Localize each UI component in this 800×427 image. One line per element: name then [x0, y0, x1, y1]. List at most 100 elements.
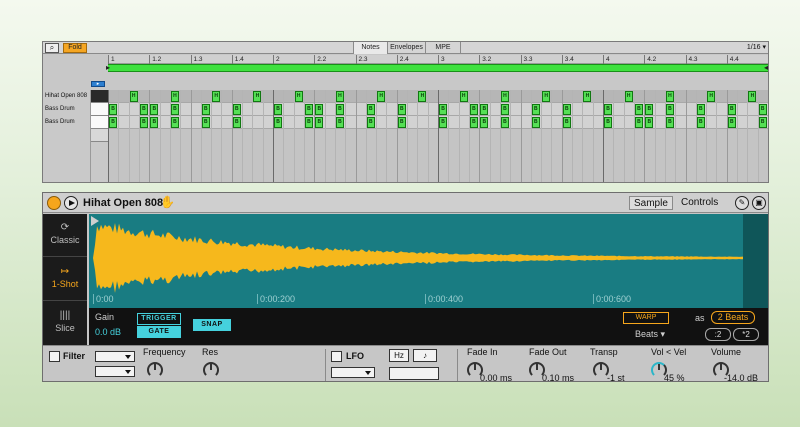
midi-note-hihat[interactable]: H — [583, 91, 592, 102]
midi-note-bass[interactable]: B — [645, 104, 654, 115]
midi-note-bass[interactable]: B — [758, 117, 767, 128]
piano-key[interactable] — [91, 116, 108, 129]
lfo-toggle[interactable] — [331, 351, 342, 362]
midi-note-bass[interactable]: B — [170, 104, 179, 115]
midi-note-hihat[interactable]: H — [542, 91, 551, 102]
loop-brace[interactable] — [108, 64, 768, 72]
midi-note-bass[interactable]: B — [604, 117, 612, 128]
midi-note-bass[interactable]: B — [139, 104, 148, 115]
midi-note-bass[interactable]: B — [727, 117, 736, 128]
piano-key[interactable] — [91, 90, 108, 103]
midi-note-bass[interactable]: B — [469, 104, 478, 115]
midi-note-bass[interactable]: B — [109, 104, 117, 115]
midi-note-bass[interactable]: B — [201, 117, 210, 128]
track-name-bass-2[interactable]: Bass Drum — [45, 116, 75, 129]
midi-note-bass[interactable]: B — [665, 117, 674, 128]
resonance-knob[interactable] — [203, 362, 219, 378]
grid-quantize-selector[interactable]: 1/16 ▾ — [747, 42, 766, 54]
midi-note-bass[interactable]: B — [232, 117, 241, 128]
piano-key[interactable] — [91, 103, 108, 116]
midi-note-bass[interactable]: B — [150, 104, 159, 115]
warp-mode-select[interactable]: Beats ▾ — [635, 329, 665, 340]
fold-button[interactable]: Fold — [63, 43, 87, 53]
midi-note-hihat[interactable]: H — [212, 91, 221, 102]
midi-note-bass[interactable]: B — [201, 104, 210, 115]
halve-button[interactable]: :2 — [705, 328, 731, 341]
midi-note-bass[interactable]: B — [109, 117, 117, 128]
filter-slope-dropdown[interactable] — [95, 366, 135, 377]
gain-value[interactable]: 0.0 dB — [95, 327, 121, 337]
midi-note-bass[interactable]: B — [274, 104, 282, 115]
snap-button[interactable]: SNAP — [193, 319, 231, 331]
midi-note-bass[interactable]: B — [366, 117, 375, 128]
mode-classic[interactable]: ⟳ Classic — [43, 214, 87, 257]
midi-note-bass[interactable]: B — [758, 104, 767, 115]
tab-sample[interactable]: Sample — [629, 196, 673, 210]
midi-note-hihat[interactable]: H — [418, 91, 427, 102]
loop-end-marker[interactable]: ◂ — [764, 63, 768, 73]
mode-one-shot[interactable]: ↦ 1-Shot — [43, 258, 87, 301]
midi-note-bass[interactable]: B — [634, 104, 643, 115]
edit-icon[interactable]: ✎ — [735, 196, 749, 210]
midi-note-bass[interactable]: B — [665, 104, 674, 115]
midi-note-hihat[interactable]: H — [748, 91, 757, 102]
midi-note-bass[interactable]: B — [232, 104, 241, 115]
double-button[interactable]: *2 — [733, 328, 759, 341]
midi-note-bass[interactable]: B — [397, 104, 406, 115]
midi-note-hihat[interactable]: H — [624, 91, 633, 102]
midi-note-bass[interactable]: B — [170, 117, 179, 128]
start-marker-icon[interactable]: ▸ — [91, 81, 105, 87]
midi-note-bass[interactable]: B — [562, 117, 571, 128]
midi-note-bass[interactable]: B — [562, 104, 571, 115]
piano-key[interactable] — [91, 129, 108, 142]
midi-note-bass[interactable]: B — [439, 117, 447, 128]
midi-note-bass[interactable]: B — [727, 104, 736, 115]
tab-notes[interactable]: Notes — [353, 42, 387, 54]
filter-toggle[interactable] — [49, 351, 60, 362]
lfo-waveform-dropdown[interactable] — [331, 367, 375, 378]
lfo-rate-field[interactable] — [389, 367, 439, 380]
waveform-display[interactable]: 0:00 0:00:200 0:00:400 0:00:600 — [89, 214, 768, 308]
midi-note-hihat[interactable]: H — [253, 91, 262, 102]
save-icon[interactable]: ▣ — [752, 196, 766, 210]
lfo-sync-note-icon[interactable]: ♪ — [413, 349, 437, 362]
trigger-button[interactable]: TRIGGER — [137, 313, 181, 325]
midi-note-bass[interactable]: B — [335, 104, 344, 115]
preview-play-button[interactable] — [64, 196, 78, 210]
filter-type-dropdown[interactable] — [95, 351, 135, 362]
midi-note-bass[interactable]: B — [274, 117, 282, 128]
midi-note-hihat[interactable]: H — [129, 91, 138, 102]
warp-button[interactable]: WARP — [623, 312, 669, 324]
midi-note-hihat[interactable]: H — [665, 91, 674, 102]
note-grid[interactable]: HHHHHHHHHHHHHHHHBBBBBBBBBBBBBBBBBBBBBBBB… — [108, 90, 768, 182]
midi-note-bass[interactable]: B — [469, 117, 478, 128]
beats-length-field[interactable]: 2 Beats — [711, 311, 755, 324]
track-name-hihat[interactable]: Hihat Open 808 — [45, 90, 87, 103]
midi-note-bass[interactable]: B — [696, 117, 705, 128]
midi-note-bass[interactable]: B — [315, 117, 324, 128]
loop-start-marker[interactable]: ▸ — [106, 63, 112, 73]
zoom-icon[interactable]: ⌕ — [45, 43, 59, 53]
midi-note-hihat[interactable]: H — [294, 91, 303, 102]
midi-note-hihat[interactable]: H — [335, 91, 344, 102]
mode-slice[interactable]: |||| Slice — [43, 302, 87, 345]
sample-end-region[interactable] — [743, 214, 768, 308]
midi-note-bass[interactable]: B — [439, 104, 447, 115]
gate-button[interactable]: GATE — [137, 326, 181, 338]
piano-keys[interactable] — [91, 90, 108, 182]
midi-note-hihat[interactable]: H — [707, 91, 716, 102]
track-name-bass-1[interactable]: Bass Drum — [45, 103, 75, 116]
midi-note-bass[interactable]: B — [531, 104, 540, 115]
midi-note-hihat[interactable]: H — [170, 91, 179, 102]
midi-note-bass[interactable]: B — [696, 104, 705, 115]
midi-note-bass[interactable]: B — [500, 117, 509, 128]
midi-note-hihat[interactable]: H — [459, 91, 468, 102]
frequency-knob[interactable] — [147, 362, 163, 378]
beat-ruler[interactable]: 1 1.2 1.3 1.4 2 2.2 2.3 2.4 3 3.2 3.3 3.4 4 4.2 4.3 4.4 — [108, 55, 768, 64]
midi-note-bass[interactable]: B — [335, 117, 344, 128]
midi-note-bass[interactable]: B — [480, 117, 489, 128]
midi-note-bass[interactable]: B — [304, 117, 313, 128]
lfo-hz-button[interactable]: Hz — [389, 349, 409, 362]
tab-envelopes[interactable]: Envelopes — [387, 42, 425, 54]
midi-note-hihat[interactable]: H — [500, 91, 509, 102]
